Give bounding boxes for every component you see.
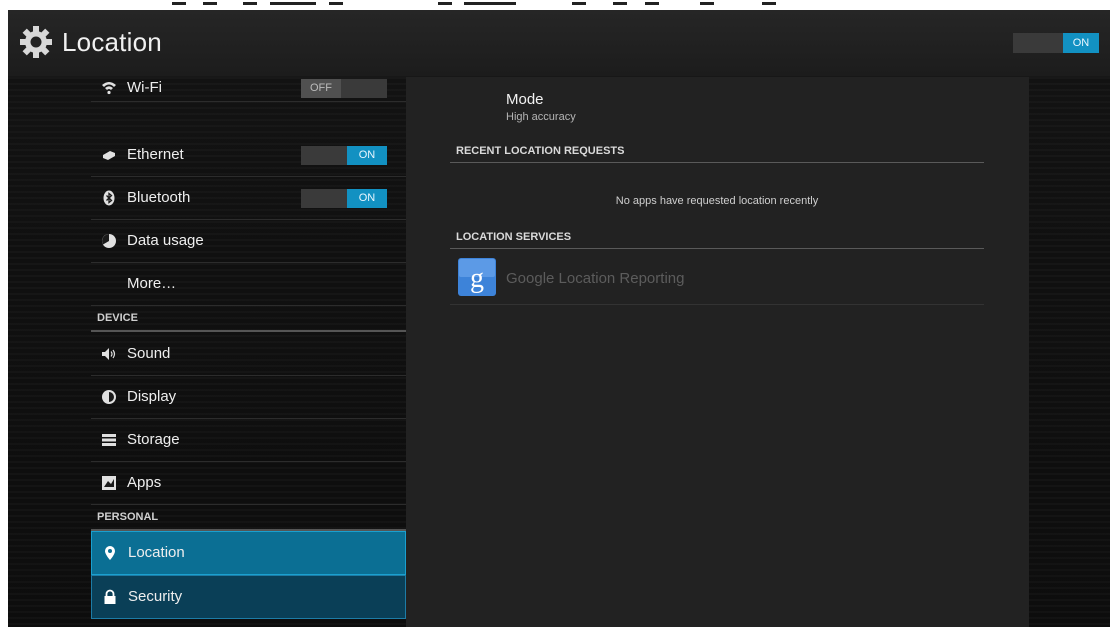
data-usage-icon <box>102 234 116 248</box>
mode-value: High accuracy <box>506 111 576 123</box>
list-item-more[interactable]: More… <box>91 263 406 306</box>
bluetooth-toggle[interactable]: ON <box>301 189 387 208</box>
list-item-wifi[interactable]: Wi-Fi OFF <box>91 77 406 102</box>
wifi-toggle-state: OFF <box>301 79 341 98</box>
data-usage-label: Data usage <box>127 232 204 249</box>
security-label: Security <box>128 588 183 605</box>
service-google-location-reporting[interactable]: g Google Location Reporting <box>450 257 984 305</box>
location-services-header-label: LOCATION SERVICES <box>456 231 572 243</box>
list-item-data-usage[interactable]: Data usage <box>91 220 406 263</box>
ethernet-toggle[interactable]: ON <box>301 146 387 165</box>
more-label: More… <box>127 275 177 292</box>
bluetooth-toggle-state: ON <box>347 189 387 208</box>
mode-setting[interactable]: Mode High accuracy <box>506 91 576 123</box>
list-item-location[interactable]: Location <box>91 531 406 575</box>
settings-list: Wi-Fi OFF Ethernet ON Bluetooth ON Data … <box>91 77 406 627</box>
list-item-bluetooth[interactable]: Bluetooth ON <box>91 177 406 220</box>
google-icon: g <box>458 258 496 296</box>
ethernet-label: Ethernet <box>127 146 184 163</box>
display-label: Display <box>127 388 177 405</box>
wifi-toggle[interactable]: OFF <box>301 79 387 98</box>
ethernet-toggle-state: ON <box>347 146 387 165</box>
storage-icon <box>102 434 116 446</box>
device-header-label: DEVICE <box>97 312 138 324</box>
bluetooth-label: Bluetooth <box>127 189 191 206</box>
settings-screen: Location ON Wi-Fi OFF Ethernet ON Blueto… <box>8 10 1110 627</box>
speaker-icon <box>102 348 116 360</box>
top-artifact-dashes <box>0 0 1110 10</box>
sound-label: Sound <box>127 345 171 362</box>
wifi-icon <box>102 82 116 95</box>
lock-icon <box>104 589 116 604</box>
apps-label: Apps <box>127 474 162 491</box>
list-item-display[interactable]: Display <box>91 376 406 419</box>
recent-requests-header: RECENT LOCATION REQUESTS <box>450 138 984 163</box>
wifi-label: Wi-Fi <box>127 79 162 96</box>
location-detail-pane: Mode High accuracy RECENT LOCATION REQUE… <box>406 77 1029 627</box>
page-title: Location <box>62 27 162 57</box>
storage-label: Storage <box>127 431 180 448</box>
location-label: Location <box>128 544 185 561</box>
brightness-icon <box>102 390 116 404</box>
mode-title: Mode <box>506 91 544 108</box>
recent-requests-header-label: RECENT LOCATION REQUESTS <box>456 145 625 157</box>
list-item-ethernet[interactable]: Ethernet ON <box>91 134 406 177</box>
ethernet-icon <box>103 151 115 160</box>
location-pin-icon <box>105 546 115 560</box>
gear-icon[interactable] <box>18 24 54 60</box>
location-master-toggle[interactable]: ON <box>1013 33 1099 53</box>
personal-header-label: PERSONAL <box>97 511 159 523</box>
list-item-security[interactable]: Security <box>91 575 406 619</box>
list-item-sound[interactable]: Sound <box>91 333 406 376</box>
action-bar: Location ON <box>8 10 1110 76</box>
master-toggle-state: ON <box>1063 33 1099 53</box>
section-header-device: DEVICE <box>91 306 406 332</box>
section-header-personal: PERSONAL <box>91 505 406 531</box>
list-item-storage[interactable]: Storage <box>91 419 406 462</box>
list-item-apps[interactable]: Apps <box>91 462 406 505</box>
google-location-reporting-label: Google Location Reporting <box>506 270 685 287</box>
svg-text:g: g <box>470 263 484 294</box>
location-services-header: LOCATION SERVICES <box>450 224 984 249</box>
apps-icon <box>102 476 116 490</box>
recent-requests-empty-message: No apps have requested location recently <box>615 195 819 207</box>
bluetooth-icon <box>103 190 115 206</box>
